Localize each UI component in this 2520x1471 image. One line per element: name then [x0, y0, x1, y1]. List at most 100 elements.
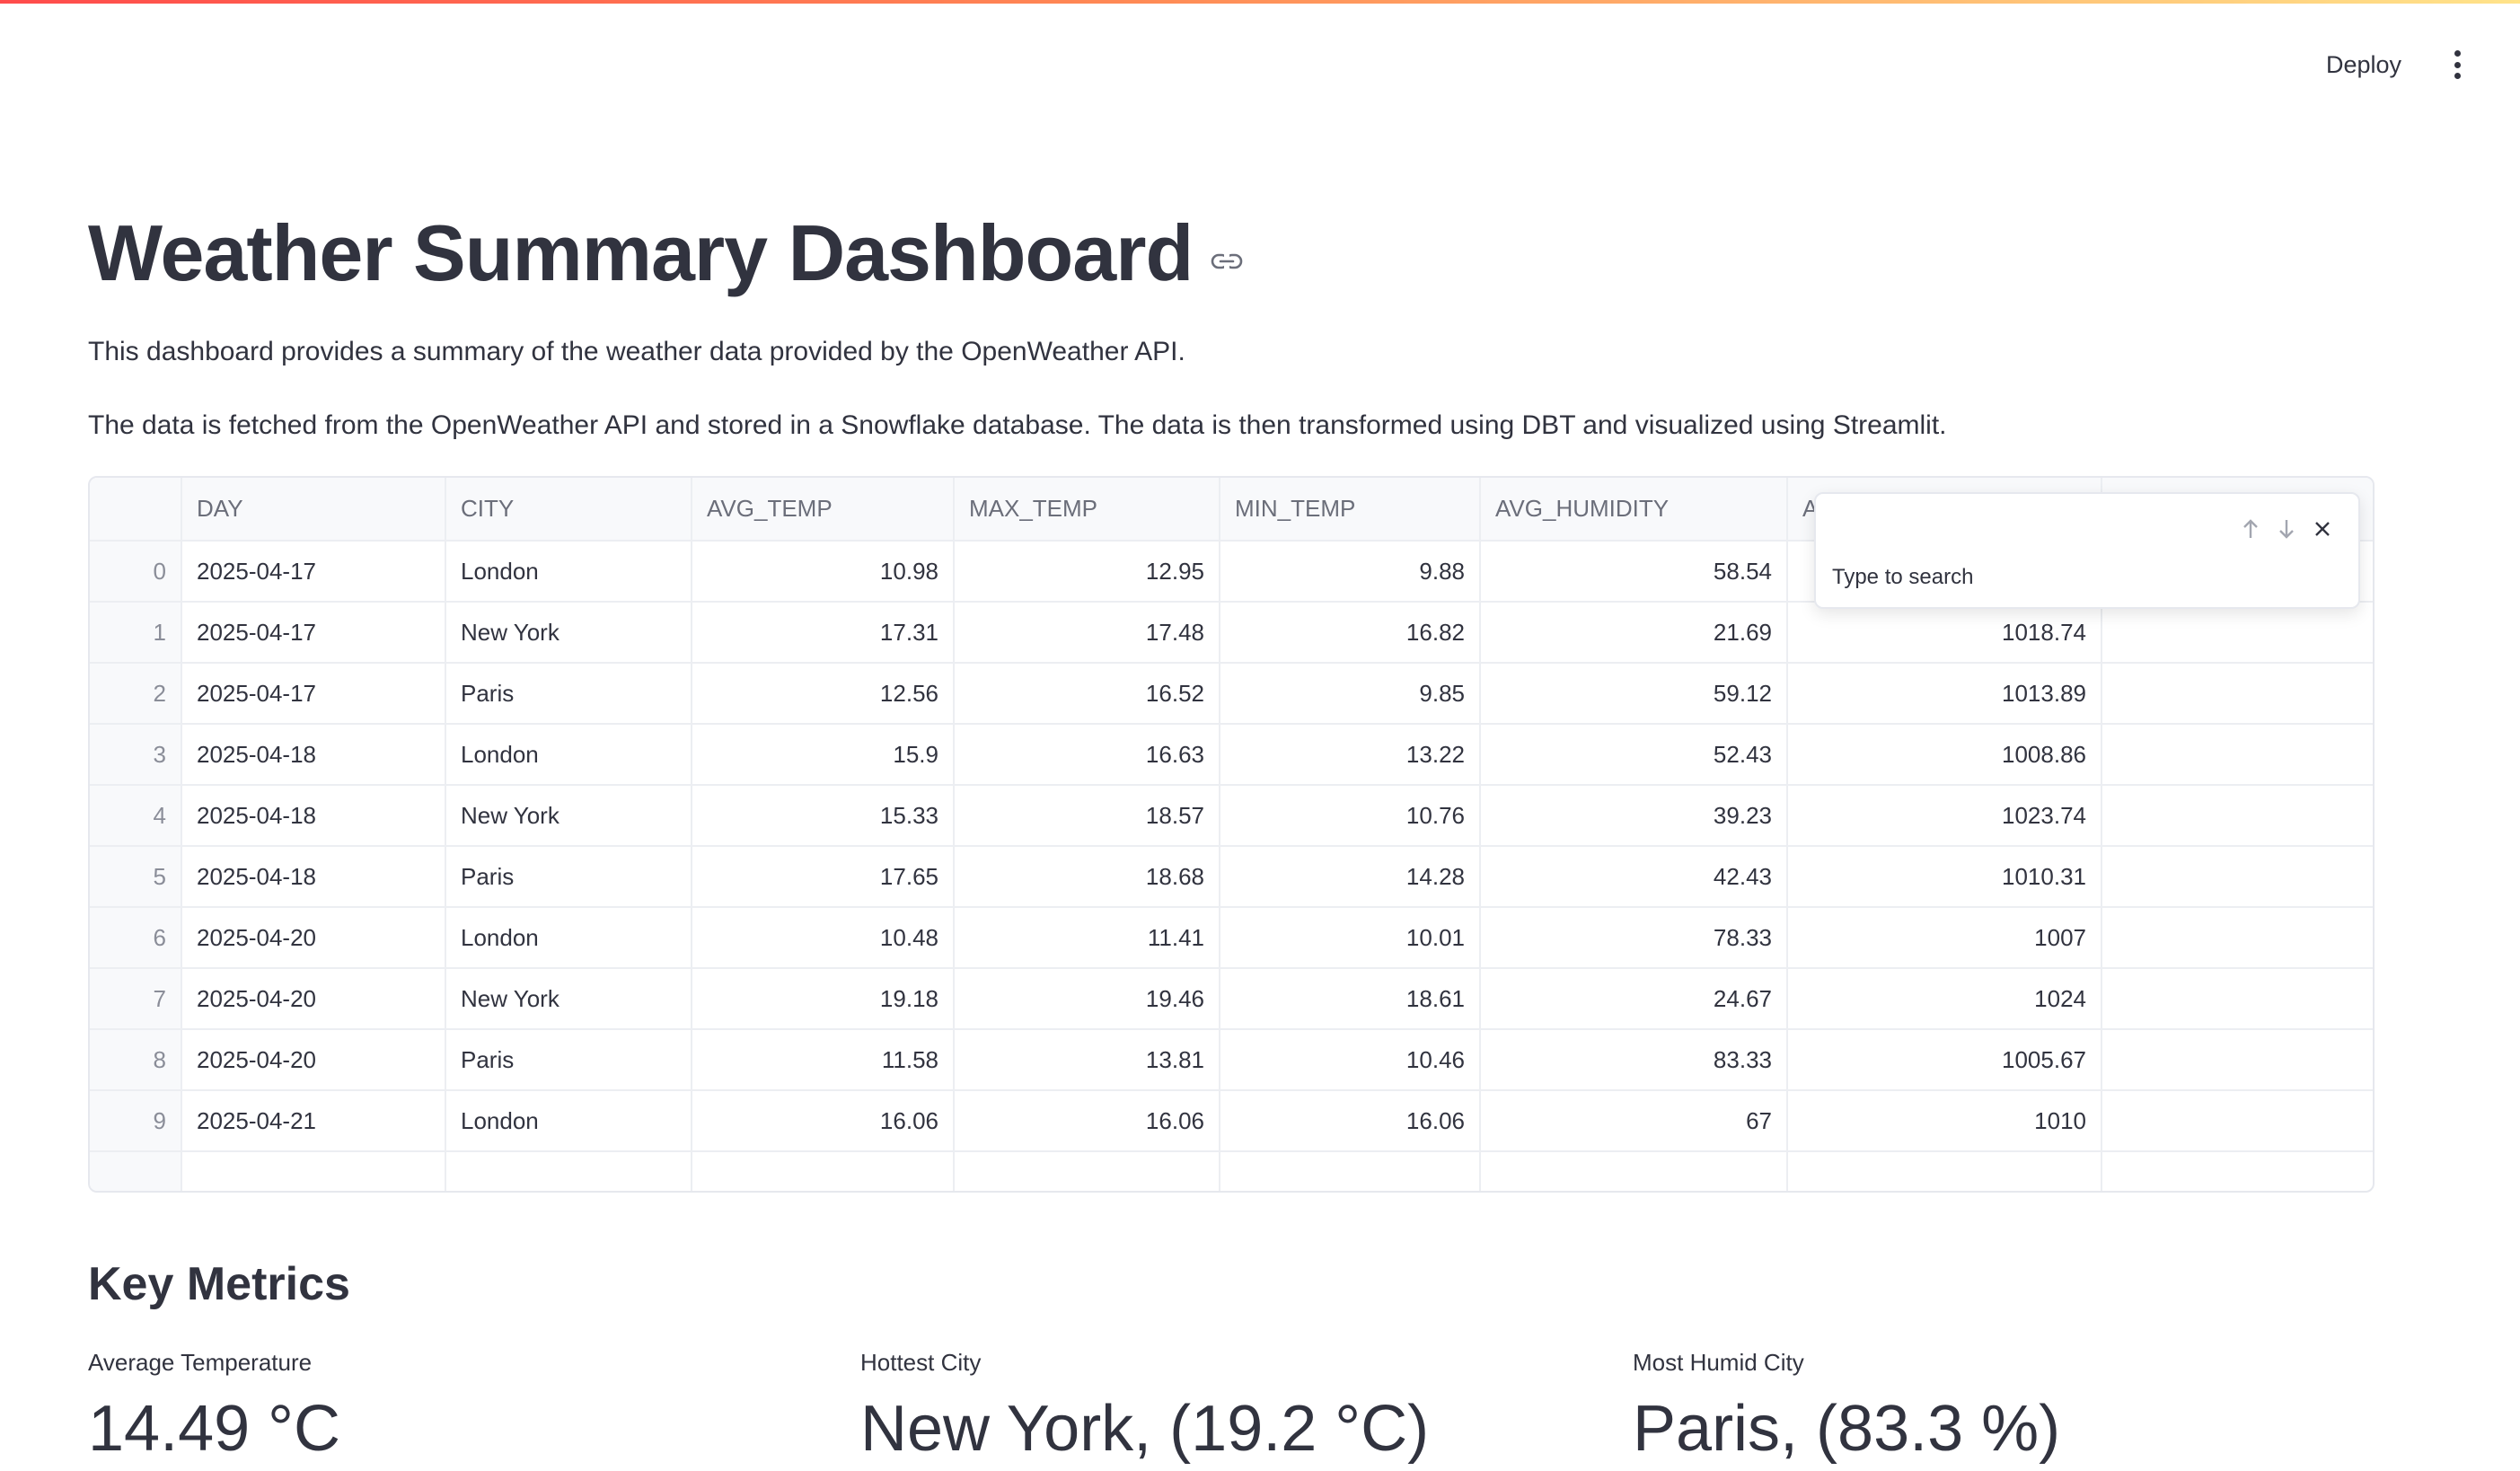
cell-col8[interactable]: 35	[2101, 846, 2373, 908]
cell-col8[interactable]: 3	[2101, 907, 2373, 969]
cell-col7[interactable]: 1018.74	[1787, 602, 2102, 664]
cell-min-temp[interactable]: 9.85	[1220, 663, 1481, 725]
cell-day[interactable]: 2025-04-20	[181, 907, 446, 969]
cell-min-temp[interactable]: 13.22	[1220, 724, 1481, 786]
cell-col7[interactable]: 1010	[1787, 1090, 2102, 1152]
column-header-avg-humidity[interactable]: AVG_HUMIDITY	[1480, 478, 1788, 542]
cell-avg-humidity[interactable]: 52.43	[1480, 724, 1788, 786]
cell-col8[interactable]: 57	[2101, 663, 2373, 725]
cell-avg-humidity[interactable]: 21.69	[1480, 602, 1788, 664]
cell-day[interactable]: 2025-04-18	[181, 846, 446, 908]
cell-col7[interactable]: 1023.74	[1787, 785, 2102, 847]
arrow-down-icon[interactable]	[2276, 517, 2297, 541]
cell-min-temp[interactable]: 10.46	[1220, 1029, 1481, 1091]
cell-city[interactable]: Paris	[445, 663, 692, 725]
cell-day[interactable]: 2025-04-18	[181, 724, 446, 786]
cell-col8[interactable]: 35	[2101, 785, 2373, 847]
cell-max-temp[interactable]: 19.46	[954, 968, 1220, 1030]
cell-avg-temp[interactable]: 16.06	[692, 1090, 955, 1152]
cell-col7[interactable]: 1007	[1787, 907, 2102, 969]
cell-min-temp[interactable]: 10.76	[1220, 785, 1481, 847]
table-row[interactable]: 2 2025-04-17 Paris 12.56 16.52 9.85 59.1…	[90, 663, 2373, 725]
cell-avg-humidity[interactable]: 67	[1480, 1090, 1788, 1152]
cell-col7[interactable]: 1024	[1787, 968, 2102, 1030]
cell-max-temp[interactable]: 18.57	[954, 785, 1220, 847]
table-row[interactable]: 1 2025-04-17 New York 17.31 17.48 16.82 …	[90, 602, 2373, 664]
cell-avg-humidity[interactable]: 83.33	[1480, 1029, 1788, 1091]
cell-min-temp[interactable]: 14.28	[1220, 846, 1481, 908]
column-header-min-temp[interactable]: MIN_TEMP	[1220, 478, 1481, 542]
cell-avg-humidity[interactable]: 24.67	[1480, 968, 1788, 1030]
cell-col8[interactable]: 39	[2101, 602, 2373, 664]
table-row[interactable]: 6 2025-04-20 London 10.48 11.41 10.01 78…	[90, 907, 2373, 969]
cell-day[interactable]: 2025-04-17	[181, 541, 446, 603]
cell-max-temp[interactable]: 16.52	[954, 663, 1220, 725]
cell-avg-temp[interactable]: 10.48	[692, 907, 955, 969]
table-row[interactable]: 5 2025-04-18 Paris 17.65 18.68 14.28 42.…	[90, 846, 2373, 908]
cell-avg-temp[interactable]: 10.98	[692, 541, 955, 603]
cell-city[interactable]: New York	[445, 968, 692, 1030]
cell-avg-humidity[interactable]: 59.12	[1480, 663, 1788, 725]
cell-avg-humidity[interactable]: 42.43	[1480, 846, 1788, 908]
cell-day[interactable]: 2025-04-18	[181, 785, 446, 847]
column-header-city[interactable]: CITY	[445, 478, 692, 542]
table-row[interactable]: 9 2025-04-21 London 16.06 16.06 16.06 67…	[90, 1090, 2373, 1152]
cell-col7[interactable]: 1005.67	[1787, 1029, 2102, 1091]
cell-max-temp[interactable]: 16.63	[954, 724, 1220, 786]
cell-day[interactable]: 2025-04-20	[181, 1029, 446, 1091]
table-row[interactable]: 4 2025-04-18 New York 15.33 18.57 10.76 …	[90, 785, 2373, 847]
cell-col7[interactable]: 1008.86	[1787, 724, 2102, 786]
cell-col7[interactable]: 1013.89	[1787, 663, 2102, 725]
cell-city[interactable]: New York	[445, 785, 692, 847]
arrow-up-icon[interactable]	[2240, 517, 2261, 541]
table-search-input[interactable]	[1830, 557, 2337, 598]
cell-col7[interactable]: 1010.31	[1787, 846, 2102, 908]
cell-min-temp[interactable]: 10.01	[1220, 907, 1481, 969]
cell-avg-humidity[interactable]: 39.23	[1480, 785, 1788, 847]
cell-min-temp[interactable]: 18.61	[1220, 968, 1481, 1030]
cell-city[interactable]: London	[445, 907, 692, 969]
column-header-avg-temp[interactable]: AVG_TEMP	[692, 478, 955, 542]
cell-max-temp[interactable]: 16.06	[954, 1090, 1220, 1152]
column-header-max-temp[interactable]: MAX_TEMP	[954, 478, 1220, 542]
column-header-index[interactable]	[90, 478, 182, 542]
cell-max-temp[interactable]: 18.68	[954, 846, 1220, 908]
close-icon[interactable]	[2312, 517, 2333, 541]
cell-max-temp[interactable]: 17.48	[954, 602, 1220, 664]
cell-avg-temp[interactable]: 12.56	[692, 663, 955, 725]
cell-day[interactable]: 2025-04-17	[181, 602, 446, 664]
cell-avg-temp[interactable]: 15.33	[692, 785, 955, 847]
cell-col8[interactable]: 3	[2101, 968, 2373, 1030]
cell-col8[interactable]: 1	[2101, 1090, 2373, 1152]
cell-max-temp[interactable]: 11.41	[954, 907, 1220, 969]
cell-min-temp[interactable]: 9.88	[1220, 541, 1481, 603]
cell-day[interactable]: 2025-04-20	[181, 968, 446, 1030]
cell-avg-humidity[interactable]: 78.33	[1480, 907, 1788, 969]
cell-city[interactable]: London	[445, 1090, 692, 1152]
cell-city[interactable]: London	[445, 724, 692, 786]
cell-max-temp[interactable]: 13.81	[954, 1029, 1220, 1091]
cell-avg-temp[interactable]: 19.18	[692, 968, 955, 1030]
table-row[interactable]: 8 2025-04-20 Paris 11.58 13.81 10.46 83.…	[90, 1029, 2373, 1091]
cell-min-temp[interactable]: 16.82	[1220, 602, 1481, 664]
cell-city[interactable]: Paris	[445, 1029, 692, 1091]
cell-col8[interactable]: 35	[2101, 724, 2373, 786]
table-row[interactable]: 7 2025-04-20 New York 19.18 19.46 18.61 …	[90, 968, 2373, 1030]
cell-avg-humidity[interactable]: 58.54	[1480, 541, 1788, 603]
cell-avg-temp[interactable]: 17.65	[692, 846, 955, 908]
cell-city[interactable]: London	[445, 541, 692, 603]
deploy-button[interactable]: Deploy	[2313, 46, 2414, 84]
cell-city[interactable]: New York	[445, 602, 692, 664]
link-icon[interactable]	[1211, 252, 1243, 270]
cell-avg-temp[interactable]: 15.9	[692, 724, 955, 786]
column-header-day[interactable]: DAY	[181, 478, 446, 542]
cell-day[interactable]: 2025-04-21	[181, 1090, 446, 1152]
cell-min-temp[interactable]: 16.06	[1220, 1090, 1481, 1152]
vertical-dots-icon[interactable]	[2448, 48, 2466, 81]
cell-col8[interactable]: 3	[2101, 1029, 2373, 1091]
cell-city[interactable]: Paris	[445, 846, 692, 908]
cell-day[interactable]: 2025-04-17	[181, 663, 446, 725]
cell-max-temp[interactable]: 12.95	[954, 541, 1220, 603]
cell-avg-temp[interactable]: 11.58	[692, 1029, 955, 1091]
cell-avg-temp[interactable]: 17.31	[692, 602, 955, 664]
